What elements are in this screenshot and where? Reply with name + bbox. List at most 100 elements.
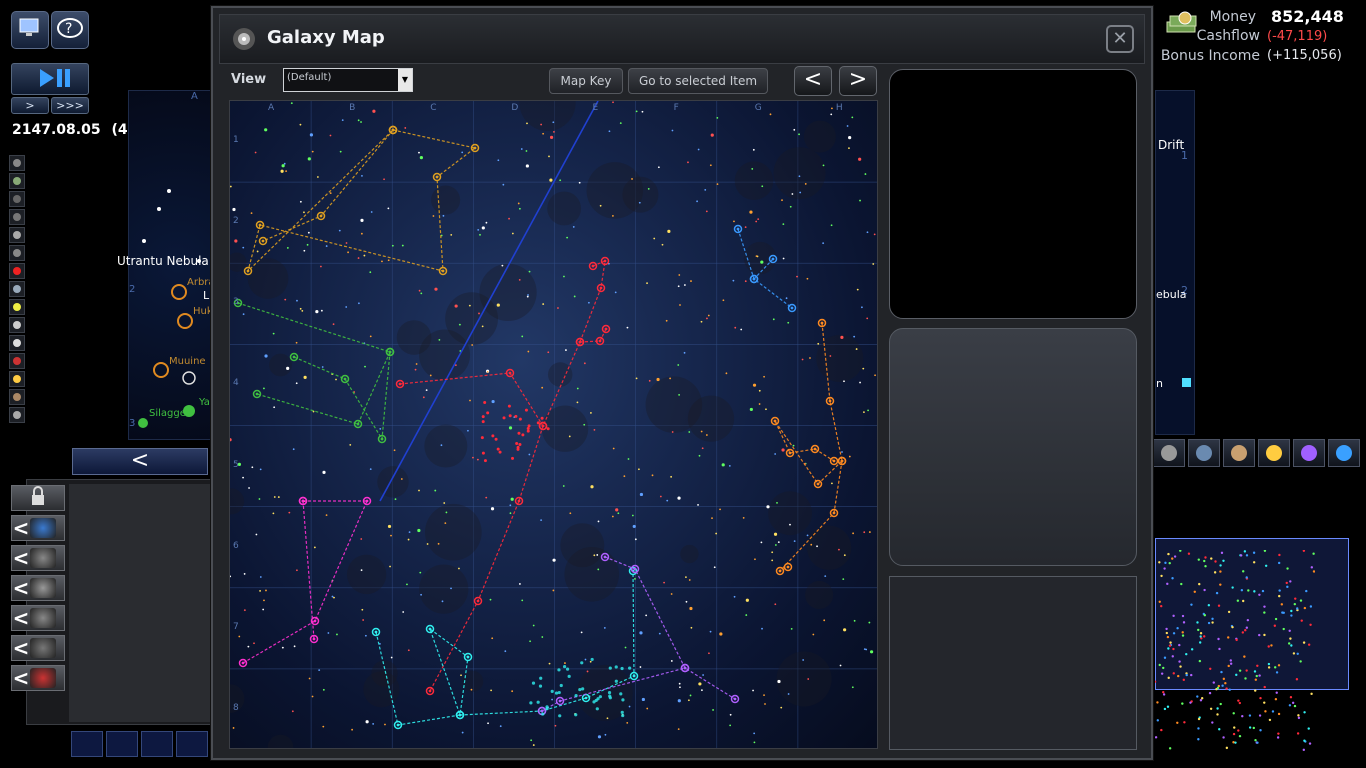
goto-selected-button[interactable]: Go to selected Item — [628, 68, 768, 94]
slot[interactable] — [176, 731, 208, 757]
speed-up-button[interactable]: > — [11, 97, 49, 114]
minimap-star — [1240, 554, 1243, 557]
dark-nebula — [776, 651, 832, 707]
star — [391, 244, 394, 247]
star — [576, 401, 579, 404]
map-mode-button[interactable] — [1188, 439, 1220, 467]
map-filter-toggle[interactable] — [9, 407, 25, 423]
minimap-star — [1179, 665, 1182, 668]
star — [758, 389, 761, 392]
lock-button[interactable] — [11, 485, 65, 511]
system-core — [816, 482, 820, 486]
star — [262, 608, 265, 611]
star — [679, 304, 681, 306]
star — [490, 689, 493, 692]
minimap-star — [1227, 664, 1230, 668]
red-system — [524, 408, 528, 412]
star — [243, 573, 246, 575]
map-filter-toggle[interactable] — [9, 191, 25, 207]
red-system — [540, 416, 544, 420]
planet-list-button[interactable]: < — [11, 515, 65, 541]
star — [542, 132, 545, 135]
map-filter-toggle[interactable] — [9, 263, 25, 279]
star — [308, 677, 311, 680]
help-button[interactable]: ? — [51, 11, 89, 49]
star — [299, 307, 302, 310]
star — [657, 166, 660, 169]
system-core — [683, 666, 687, 670]
map-mode-button[interactable] — [1328, 439, 1360, 467]
station-list-button[interactable]: < — [11, 605, 65, 631]
system-core — [584, 696, 588, 700]
system-core — [828, 399, 832, 403]
minimap-star — [1200, 697, 1204, 700]
star — [552, 589, 555, 592]
star — [864, 173, 867, 175]
computer-button[interactable] — [11, 11, 49, 49]
star — [458, 323, 461, 326]
star — [701, 689, 703, 692]
view-select[interactable]: (Default) ▼ — [283, 68, 413, 92]
close-button[interactable]: ✕ — [1106, 25, 1134, 53]
galaxy-map-canvas[interactable]: A B C D E F G H 1 2 3 4 5 6 7 8 — [229, 100, 878, 749]
minimap-star — [1216, 686, 1220, 690]
star — [611, 515, 614, 518]
minimap-star — [1197, 738, 1200, 741]
slot[interactable] — [141, 731, 173, 757]
map-mode-button[interactable] — [1153, 439, 1185, 467]
map-mode-button[interactable] — [1293, 439, 1325, 467]
map-mode-button[interactable] — [1223, 439, 1255, 467]
minimap-star — [1254, 678, 1258, 681]
system-core — [466, 655, 470, 659]
grid-row-label: 8 — [233, 702, 239, 713]
prev-button[interactable]: < — [794, 66, 832, 96]
star — [254, 151, 257, 154]
grid-row-label: 6 — [233, 540, 239, 551]
slot[interactable] — [71, 731, 103, 757]
red-system — [481, 451, 485, 455]
map-filter-toggle[interactable] — [9, 299, 25, 315]
star — [709, 630, 712, 633]
dark-nebula — [803, 120, 836, 153]
star — [387, 524, 392, 529]
minimap-star — [1275, 691, 1278, 694]
system-core — [473, 146, 477, 150]
collapse-panel-button[interactable]: < — [72, 448, 208, 475]
chevron-down-icon[interactable]: ▼ — [398, 69, 412, 91]
map-filter-toggle[interactable] — [9, 245, 25, 261]
star — [525, 164, 529, 168]
ship-list-button[interactable]: < — [11, 545, 65, 571]
map-filter-toggle[interactable] — [9, 209, 25, 225]
speed-max-button[interactable]: >>> — [51, 97, 89, 114]
dark-nebula — [419, 564, 469, 614]
mech-list-button[interactable]: < — [11, 635, 65, 661]
play-pause-button[interactable] — [11, 63, 89, 95]
map-filter-toggle[interactable] — [9, 389, 25, 405]
next-button[interactable]: > — [839, 66, 877, 96]
minimap[interactable] — [1155, 470, 1366, 768]
robot-list-button[interactable]: < — [11, 575, 65, 601]
map-filter-toggle[interactable] — [9, 353, 25, 369]
cyan-system — [628, 666, 632, 670]
map-key-button[interactable]: Map Key — [549, 68, 623, 94]
star — [264, 354, 268, 358]
map-filter-toggle[interactable] — [9, 335, 25, 351]
map-filter-toggle[interactable] — [9, 281, 25, 297]
slot[interactable] — [106, 731, 138, 757]
fleet-list-button[interactable]: < — [11, 665, 65, 691]
minimap-star — [1167, 676, 1170, 680]
star — [489, 598, 492, 601]
map-filter-toggle[interactable] — [9, 173, 25, 189]
map-filter-toggle[interactable] — [9, 155, 25, 171]
grid-row-label: 1 — [233, 135, 239, 145]
minimap-star — [1290, 609, 1293, 613]
star — [710, 133, 714, 137]
system-core — [398, 382, 402, 386]
map-filter-toggle[interactable] — [9, 371, 25, 387]
map-filter-toggle[interactable] — [9, 227, 25, 243]
star — [853, 619, 856, 622]
star — [838, 548, 840, 551]
map-filter-toggle[interactable] — [9, 317, 25, 333]
map-mode-button[interactable] — [1258, 439, 1290, 467]
star — [559, 179, 562, 182]
